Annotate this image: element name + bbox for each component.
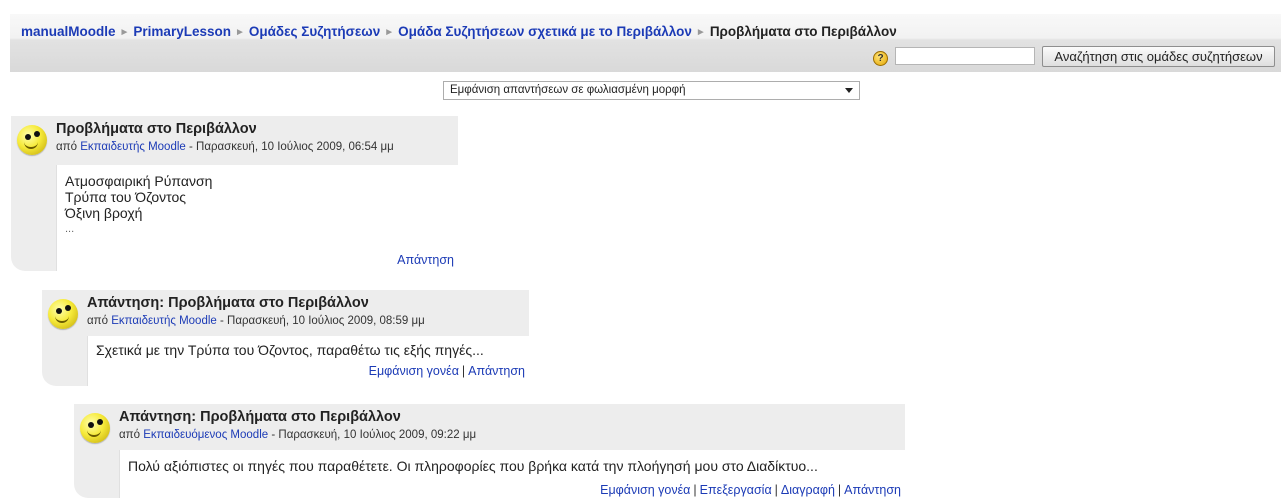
author-link[interactable]: Εκπαιδευτής Moodle [80, 141, 186, 153]
forum-post: Προβλήματα στο Περιβάλλον από Εκπαιδευτή… [11, 116, 458, 271]
post-date: - Παρασκευή, 10 Ιούλιος 2009, 06:54 μμ [189, 141, 394, 153]
forum-search-button[interactable]: Αναζήτηση στις ομάδες συζητήσεων [1042, 46, 1275, 67]
breadcrumb-current-discussion: Προβλήματα στο Περιβάλλον [709, 24, 897, 39]
breadcrumb-separator-icon: ► [234, 27, 245, 38]
post-byline: από Εκπαιδευτής Moodle - Παρασκευή, 10 Ι… [87, 315, 425, 327]
breadcrumb: manualMoodle ► PrimaryLesson ► Ομάδες Συζητή… [21, 24, 897, 39]
breadcrumb-manualmoodle[interactable]: manualMoodle [21, 24, 116, 39]
message-line: Σχετικά με την Τρύπα του Όζοντος, παραθέ… [96, 342, 484, 358]
show-parent-link[interactable]: Εμφάνιση γονέα [369, 364, 459, 378]
author-link[interactable]: Εκπαιδευόμενος Moodle [143, 429, 268, 441]
navbar: manualMoodle ► PrimaryLesson ► Ομάδες Συζητή… [10, 14, 1281, 72]
post-message: Πολύ αξιόπιστες οι πηγές που παραθέτετε.… [128, 458, 818, 474]
reply-link[interactable]: Απάντηση [844, 483, 901, 497]
avatar[interactable] [80, 413, 110, 443]
avatar[interactable] [48, 299, 78, 329]
reply-link[interactable]: Απάντηση [397, 253, 454, 267]
message-line: Τρύπα του Όζοντος [65, 189, 187, 205]
command-separator: | [461, 364, 466, 378]
forum-search-input[interactable] [895, 47, 1035, 65]
command-separator: | [774, 483, 778, 497]
forum-post: Απάντηση: Προβλήματα στο Περιβάλλον από … [42, 290, 529, 386]
forum-post: Απάντηση: Προβλήματα στο Περιβάλλον από … [74, 404, 905, 498]
message-line: ... [65, 223, 75, 235]
post-commands: Απάντηση [397, 253, 454, 267]
edit-link[interactable]: Επεξεργασία [700, 483, 772, 497]
breadcrumb-forums[interactable]: Ομάδες Συζητήσεων [249, 24, 380, 39]
help-icon[interactable]: ? [873, 51, 888, 66]
display-mode-select[interactable]: Εμφάνιση απαντήσεων σε φωλιασμένη μορφή [443, 81, 860, 100]
command-separator: | [693, 483, 697, 497]
post-subject: Απάντηση: Προβλήματα στο Περιβάλλον [87, 295, 369, 311]
by-prefix: από [87, 315, 108, 327]
breadcrumb-separator-icon: ► [119, 27, 130, 38]
by-prefix: από [119, 429, 140, 441]
post-subject: Προβλήματα στο Περιβάλλον [56, 121, 257, 137]
display-mode-selected: Εμφάνιση απαντήσεων σε φωλιασμένη μορφή [450, 84, 686, 96]
post-commands: Εμφάνιση γονέα | Επεξεργασία | Διαγραφή | Απάν… [600, 483, 901, 497]
breadcrumb-separator-icon: ► [384, 27, 395, 38]
post-subject: Απάντηση: Προβλήματα στο Περιβάλλον [119, 409, 401, 425]
by-prefix: από [56, 141, 77, 153]
breadcrumb-separator-icon: ► [695, 27, 706, 38]
author-link[interactable]: Εκπαιδευτής Moodle [111, 315, 217, 327]
post-date: - Παρασκευή, 10 Ιούλιος 2009, 09:22 μμ [271, 429, 477, 441]
post-byline: από Εκπαιδευόμενος Moodle - Παρασκευή, 1… [119, 429, 476, 441]
chevron-down-icon [845, 88, 853, 93]
show-parent-link[interactable]: Εμφάνιση γονέα [600, 483, 690, 497]
message-line: Πολύ αξιόπιστες οι πηγές που παραθέτετε.… [128, 458, 818, 474]
post-message: Ατμοσφαιρική Ρύπανση Τρύπα του Όζοντος Ό… [65, 173, 212, 237]
reply-link[interactable]: Απάντηση [468, 364, 525, 378]
message-line: Ατμοσφαιρική Ρύπανση [65, 173, 213, 189]
avatar[interactable] [17, 125, 47, 155]
post-byline: από Εκπαιδευτής Moodle - Παρασκευή, 10 Ι… [56, 141, 394, 153]
breadcrumb-primarylesson[interactable]: PrimaryLesson [133, 24, 231, 39]
post-date: - Παρασκευή, 10 Ιούλιος 2009, 08:59 μμ [220, 315, 425, 327]
breadcrumb-forum[interactable]: Ομάδα Συζητήσεων σχετικά με το Περιβάλλο… [398, 24, 692, 39]
post-message: Σχετικά με την Τρύπα του Όζοντος, παραθέ… [96, 342, 484, 358]
delete-link[interactable]: Διαγραφή [781, 483, 835, 497]
message-line: Όξινη βροχή [65, 205, 143, 221]
command-separator: | [837, 483, 842, 497]
post-commands: Εμφάνιση γονέα | Απάντηση [369, 364, 525, 378]
